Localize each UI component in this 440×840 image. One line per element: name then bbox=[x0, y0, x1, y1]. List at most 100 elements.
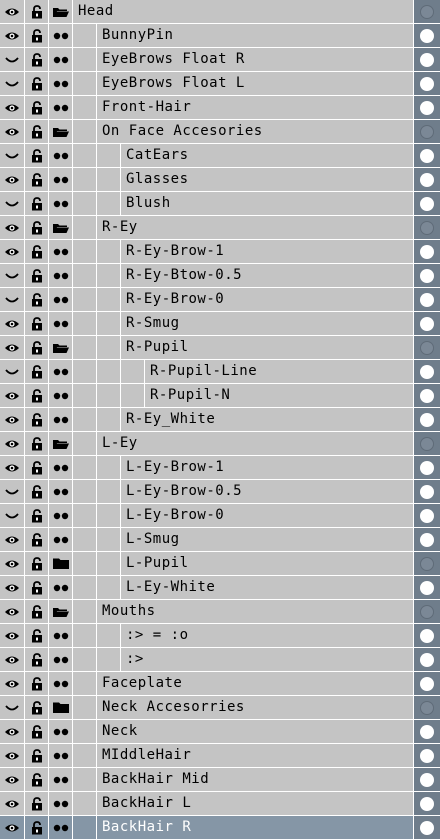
layer-name[interactable]: CatEars bbox=[121, 144, 189, 167]
link-icon[interactable] bbox=[49, 480, 73, 503]
layer-name[interactable]: L-Smug bbox=[121, 528, 180, 551]
link-icon[interactable] bbox=[49, 240, 73, 263]
layer-select-radio[interactable] bbox=[413, 384, 440, 407]
layer-select-radio[interactable] bbox=[413, 768, 440, 791]
layer-row[interactable]: R-Ey-Btow-0.5 bbox=[0, 264, 440, 288]
unlock-icon[interactable] bbox=[25, 480, 49, 503]
link-icon[interactable] bbox=[49, 528, 73, 551]
eye-icon[interactable] bbox=[0, 648, 25, 671]
eye-icon[interactable] bbox=[0, 0, 25, 23]
layer-row[interactable]: MIddleHair bbox=[0, 744, 440, 768]
eye-closed-icon[interactable] bbox=[0, 192, 25, 215]
layer-select-radio[interactable] bbox=[413, 168, 440, 191]
layer-group-row[interactable]: On Face Accesories bbox=[0, 120, 440, 144]
eye-icon[interactable] bbox=[0, 672, 25, 695]
unlock-icon[interactable] bbox=[25, 456, 49, 479]
eye-closed-icon[interactable] bbox=[0, 264, 25, 287]
unlock-icon[interactable] bbox=[25, 648, 49, 671]
layer-row[interactable]: L-Ey-White bbox=[0, 576, 440, 600]
eye-icon[interactable] bbox=[0, 552, 25, 575]
layer-select-radio[interactable] bbox=[413, 528, 440, 551]
eye-closed-icon[interactable] bbox=[0, 696, 25, 719]
layer-row[interactable]: BackHair R bbox=[0, 816, 440, 840]
link-icon[interactable] bbox=[49, 504, 73, 527]
layer-row[interactable]: R-Ey-Brow-1 bbox=[0, 240, 440, 264]
eye-closed-icon[interactable] bbox=[0, 288, 25, 311]
unlock-icon[interactable] bbox=[25, 288, 49, 311]
layer-select-radio[interactable] bbox=[413, 192, 440, 215]
layer-name[interactable]: Head bbox=[73, 0, 114, 23]
link-icon[interactable] bbox=[49, 384, 73, 407]
unlock-icon[interactable] bbox=[25, 552, 49, 575]
unlock-icon[interactable] bbox=[25, 576, 49, 599]
layer-name[interactable]: R-Ey-Brow-1 bbox=[121, 240, 224, 263]
layer-name[interactable]: BackHair L bbox=[97, 792, 191, 815]
unlock-icon[interactable] bbox=[25, 96, 49, 119]
eye-closed-icon[interactable] bbox=[0, 504, 25, 527]
link-icon[interactable] bbox=[49, 672, 73, 695]
unlock-icon[interactable] bbox=[25, 192, 49, 215]
unlock-icon[interactable] bbox=[25, 600, 49, 623]
eye-icon[interactable] bbox=[0, 576, 25, 599]
layer-row[interactable]: L-Ey-Brow-1 bbox=[0, 456, 440, 480]
layer-name[interactable]: MIddleHair bbox=[97, 744, 191, 767]
eye-icon[interactable] bbox=[0, 456, 25, 479]
layer-row[interactable]: R-Ey-Brow-0 bbox=[0, 288, 440, 312]
layer-select-radio[interactable] bbox=[413, 312, 440, 335]
link-icon[interactable] bbox=[49, 408, 73, 431]
unlock-icon[interactable] bbox=[25, 672, 49, 695]
layer-name[interactable]: :> bbox=[121, 648, 144, 671]
link-icon[interactable] bbox=[49, 816, 73, 839]
layer-select-radio[interactable] bbox=[413, 120, 440, 143]
layer-row[interactable]: :> = :o bbox=[0, 624, 440, 648]
link-icon[interactable] bbox=[49, 264, 73, 287]
folder-open-icon[interactable] bbox=[49, 600, 73, 623]
layer-select-radio[interactable] bbox=[413, 48, 440, 71]
layer-select-radio[interactable] bbox=[413, 72, 440, 95]
layer-name[interactable]: BunnyPin bbox=[97, 24, 173, 47]
layer-name[interactable]: BackHair R bbox=[97, 816, 191, 839]
unlock-icon[interactable] bbox=[25, 696, 49, 719]
eye-icon[interactable] bbox=[0, 792, 25, 815]
layer-select-radio[interactable] bbox=[413, 624, 440, 647]
layer-select-radio[interactable] bbox=[413, 144, 440, 167]
layer-select-radio[interactable] bbox=[413, 336, 440, 359]
layer-group-row[interactable]: Head bbox=[0, 0, 440, 24]
layer-name[interactable]: On Face Accesories bbox=[97, 120, 263, 143]
link-icon[interactable] bbox=[49, 720, 73, 743]
layer-name[interactable]: L-Ey-White bbox=[121, 576, 215, 599]
layer-name[interactable]: Blush bbox=[121, 192, 171, 215]
folder-open-icon[interactable] bbox=[49, 120, 73, 143]
layer-row[interactable]: Glasses bbox=[0, 168, 440, 192]
folder-open-icon[interactable] bbox=[49, 0, 73, 23]
layer-name[interactable]: Mouths bbox=[97, 600, 156, 623]
unlock-icon[interactable] bbox=[25, 528, 49, 551]
layer-name[interactable]: L-Ey bbox=[97, 432, 138, 455]
layer-name[interactable]: R-Smug bbox=[121, 312, 180, 335]
layer-select-radio[interactable] bbox=[413, 816, 440, 839]
eye-icon[interactable] bbox=[0, 432, 25, 455]
folder-open-icon[interactable] bbox=[49, 432, 73, 455]
unlock-icon[interactable] bbox=[25, 384, 49, 407]
unlock-icon[interactable] bbox=[25, 48, 49, 71]
layer-row[interactable]: Neck bbox=[0, 720, 440, 744]
layer-name[interactable]: EyeBrows Float R bbox=[97, 48, 245, 71]
layer-row[interactable]: BackHair L bbox=[0, 792, 440, 816]
layer-name[interactable]: R-Pupil bbox=[121, 336, 189, 359]
layer-select-radio[interactable] bbox=[413, 0, 440, 23]
layer-name[interactable]: Front-Hair bbox=[97, 96, 191, 119]
link-icon[interactable] bbox=[49, 72, 73, 95]
link-icon[interactable] bbox=[49, 456, 73, 479]
layer-name[interactable]: BackHair Mid bbox=[97, 768, 209, 791]
link-icon[interactable] bbox=[49, 48, 73, 71]
layer-name[interactable]: R-Ey bbox=[97, 216, 138, 239]
unlock-icon[interactable] bbox=[25, 816, 49, 839]
layer-select-radio[interactable] bbox=[413, 648, 440, 671]
link-icon[interactable] bbox=[49, 576, 73, 599]
link-icon[interactable] bbox=[49, 192, 73, 215]
layer-name[interactable]: R-Ey_White bbox=[121, 408, 215, 431]
layer-select-radio[interactable] bbox=[413, 288, 440, 311]
layer-select-radio[interactable] bbox=[413, 504, 440, 527]
layer-select-radio[interactable] bbox=[413, 672, 440, 695]
unlock-icon[interactable] bbox=[25, 624, 49, 647]
